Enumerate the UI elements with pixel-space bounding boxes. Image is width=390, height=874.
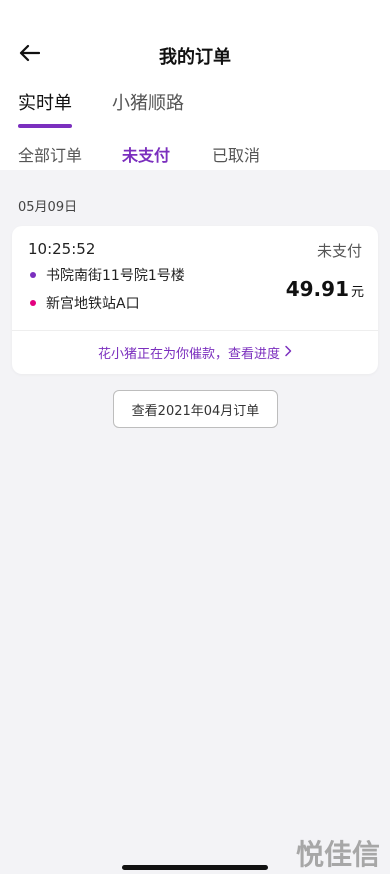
- pickup-dot-icon: [30, 272, 36, 278]
- payment-progress-link[interactable]: 花小猪正在为你催款，查看进度: [12, 343, 378, 362]
- order-card[interactable]: 10:25:52 未支付 书院南街11号院1号楼 新宫地铁站A口 49.91 元…: [12, 226, 378, 374]
- active-tab-indicator: [18, 124, 72, 128]
- order-price: 49.91 元: [286, 277, 364, 301]
- order-date: 05月09日: [18, 200, 78, 215]
- filter-unpaid[interactable]: 未支付: [122, 142, 170, 166]
- tab-realtime[interactable]: 实时单: [18, 89, 72, 115]
- watermark-logo: 悦佳信: [296, 838, 381, 871]
- card-divider: [12, 330, 378, 331]
- order-time: 10:25:52: [28, 240, 96, 258]
- dropoff-location: 新宫地铁站A口: [30, 293, 140, 313]
- chevron-right-icon: [284, 345, 292, 361]
- header: 我的订单 实时单 小猪顺路 全部订单 未支付 已取消: [0, 0, 390, 170]
- filter-all-orders[interactable]: 全部订单: [18, 142, 82, 166]
- pickup-location: 书院南街11号院1号楼: [30, 265, 185, 285]
- dropoff-dot-icon: [30, 300, 36, 306]
- page-title: 我的订单: [159, 47, 231, 68]
- dropoff-address: 新宫地铁站A口: [46, 296, 140, 312]
- price-value: 49.91: [285, 277, 349, 301]
- urge-text: 花小猪正在为你催款，查看进度: [97, 347, 280, 362]
- order-status: 未支付: [316, 242, 362, 260]
- price-unit: 元: [350, 285, 364, 300]
- filter-cancelled[interactable]: 已取消: [212, 142, 260, 166]
- pickup-address: 书院南街11号院1号楼: [46, 268, 185, 284]
- view-history-orders-button[interactable]: 查看2021年04月订单: [113, 390, 278, 428]
- tab-pig-shunlu[interactable]: 小猪顺路: [112, 89, 184, 115]
- home-indicator[interactable]: [122, 865, 268, 870]
